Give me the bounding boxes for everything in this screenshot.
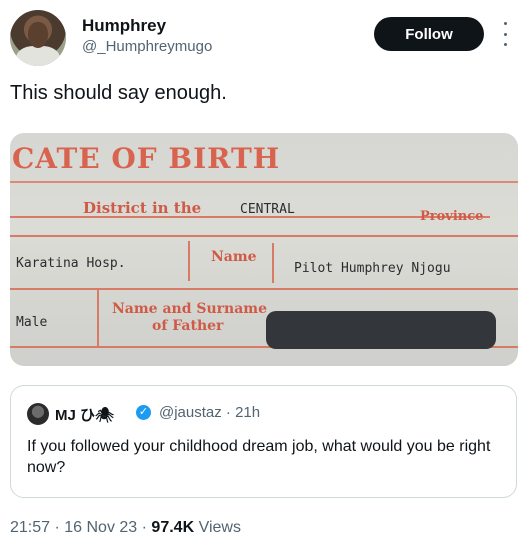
father-label-line1: Name and Surname — [112, 301, 268, 317]
views-count: 97.4K — [151, 519, 195, 536]
tweet-photo[interactable]: CATE OF BIRTH District in the CENTRAL Pr… — [10, 133, 518, 366]
views-label: Views — [194, 519, 241, 536]
certificate-title: CATE OF BIRTH — [12, 142, 281, 175]
more-options-icon[interactable] — [500, 22, 510, 46]
tweet-timestamp[interactable]: 21:57 · 16 Nov 23 · — [10, 519, 151, 536]
follow-button[interactable]: Follow — [374, 17, 484, 51]
quote-text: If you followed your childhood dream job… — [27, 438, 491, 476]
form-divider — [272, 243, 274, 283]
form-line — [10, 235, 518, 237]
quote-author-handle[interactable]: @jaustaz · 21h — [159, 404, 260, 421]
district-value: CENTRAL — [240, 202, 295, 217]
father-label-line2: of Father — [152, 318, 224, 334]
quote-avatar[interactable] — [27, 403, 49, 425]
verified-badge-icon: ✓ — [136, 405, 151, 420]
author-name[interactable]: Humphrey — [82, 16, 166, 36]
form-line — [10, 181, 518, 183]
redaction-bar — [266, 311, 496, 349]
form-divider — [188, 241, 190, 281]
tweet-text: This should say enough. — [10, 82, 227, 104]
quote-author-name[interactable]: MJ ひ🕷 — [55, 404, 114, 425]
avatar-face — [28, 22, 48, 48]
district-label: District in the — [83, 199, 202, 217]
avatar-shirt — [16, 46, 60, 66]
form-line — [10, 288, 518, 290]
province-label: Province — [420, 209, 484, 224]
tweet-meta: 21:57 · 16 Nov 23 · 97.4K Views — [10, 519, 241, 537]
author-handle[interactable]: @_Humphreymugo — [82, 38, 212, 55]
name-value: Pilot Humphrey Njogu — [294, 261, 451, 276]
place-value: Karatina Hosp. — [16, 256, 126, 271]
name-label: Name — [211, 249, 257, 265]
quoted-tweet[interactable]: MJ ひ🕷 ✓ @jaustaz · 21h If you followed y… — [10, 385, 517, 498]
sex-value: Male — [16, 315, 48, 330]
author-avatar[interactable] — [10, 10, 66, 66]
form-divider — [97, 288, 99, 346]
